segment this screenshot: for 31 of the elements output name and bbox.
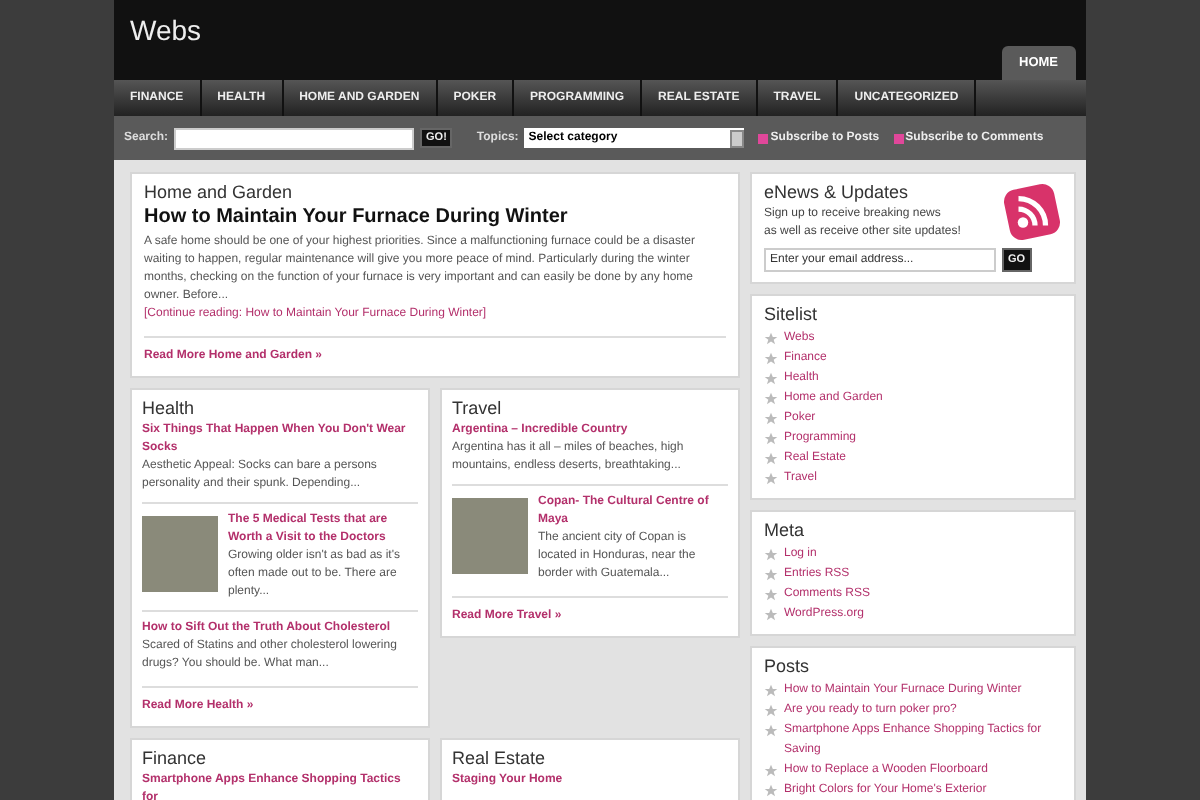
- photo-placeholder: [142, 516, 218, 592]
- search-field[interactable]: [174, 127, 415, 149]
- star-icon: [764, 331, 778, 345]
- site-title[interactable]: Webs: [130, 14, 202, 46]
- star-icon: [764, 451, 778, 465]
- star-icon: [764, 783, 778, 797]
- star-icon: [764, 763, 778, 777]
- star-icon: [764, 351, 778, 365]
- star-icon: [764, 391, 778, 405]
- star-icon: [764, 683, 778, 697]
- star-icon: [764, 607, 778, 621]
- category-heading: Home and Garden: [144, 182, 295, 204]
- star-icon: [764, 547, 778, 561]
- star-icon: [764, 371, 778, 385]
- category-heading: Real Estate: [452, 748, 548, 770]
- star-icon: [764, 567, 778, 581]
- category-heading: Health: [142, 398, 197, 420]
- photo-placeholder: [452, 498, 528, 574]
- category-heading: Finance: [142, 748, 209, 770]
- star-icon: [764, 411, 778, 425]
- widget-title: Meta: [764, 520, 807, 542]
- star-icon: [764, 431, 778, 445]
- star-icon: [764, 723, 778, 737]
- star-icon: [764, 471, 778, 485]
- widget-title: Posts: [764, 656, 812, 678]
- post-title[interactable]: How to Maintain Your Furnace During Winter: [144, 206, 726, 230]
- widget-title: Sitelist: [764, 304, 820, 326]
- star-icon: [764, 703, 778, 717]
- widget-title: eNews & Updates: [764, 182, 911, 204]
- category-heading: Travel: [452, 398, 504, 420]
- star-icon: [764, 587, 778, 601]
